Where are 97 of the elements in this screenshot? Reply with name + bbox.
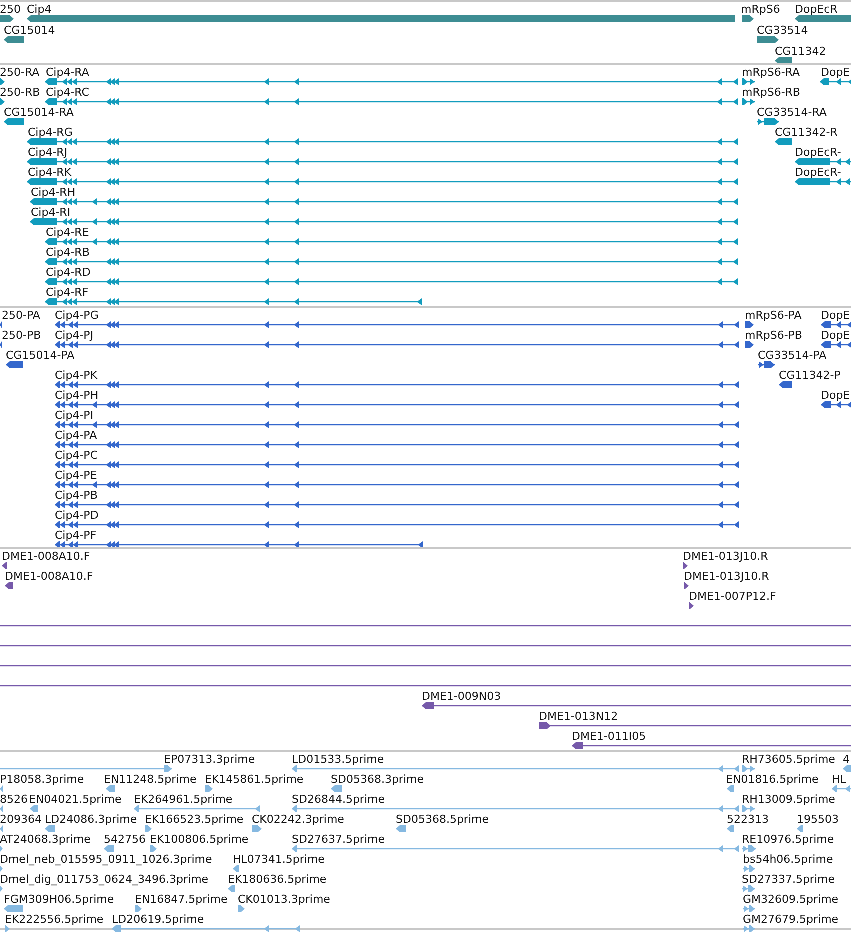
feature-label: mRpS6-PA <box>745 309 802 322</box>
feature-label: RH73605.5prime <box>742 753 836 766</box>
feature-label: P18058.3prime <box>0 773 84 786</box>
feature-label: Cip4 <box>27 3 52 16</box>
feature-label: DopE <box>821 389 850 402</box>
feature-label: EP07313.3prime <box>164 753 256 766</box>
feature-label: RH13009.5prime <box>742 793 836 806</box>
feature-label: 542756 <box>104 833 146 846</box>
feature-label: EK145861.5prime <box>205 773 304 786</box>
feature-label: Cip4-RJ <box>28 146 68 159</box>
feature-label: CG33514-RA <box>757 106 827 119</box>
feature-label: 4 <box>843 753 850 766</box>
feature-label: DME1-011I05 <box>572 730 646 743</box>
feature-label: Cip4-PJ <box>55 329 94 342</box>
feature-label: Cip4-PE <box>55 469 98 482</box>
feature-label: Cip4-PI <box>55 409 94 422</box>
feature-label: Cip4-RB <box>46 246 90 259</box>
feature-label: Cip4-RC <box>46 86 90 99</box>
feature-label: HL <box>832 773 846 786</box>
feature-label: 209364 <box>0 813 42 826</box>
feature-label: mRpS6 <box>741 3 780 16</box>
feature-label: Cip4-RE <box>46 226 90 239</box>
feature-label: DME1-013N12 <box>539 710 618 723</box>
feature-label: DME1-013J10.R <box>683 550 768 563</box>
feature-label: RE10976.5prime <box>742 833 834 846</box>
feature-label: LD20619.5prime <box>112 913 204 926</box>
feature-label: Cip4-PH <box>55 389 99 402</box>
feature-label: CK02242.3prime <box>252 813 344 826</box>
feature-label: EN04021.5prime <box>29 793 122 806</box>
feature-label: DopEcR- <box>795 166 842 179</box>
feature-label: Dmel_neb_015595_0911_1026.3prime <box>0 853 212 866</box>
feature-label: Cip4-RG <box>28 126 73 139</box>
feature-label: LD01533.5prime <box>292 753 384 766</box>
feature-label: EK264961.5prime <box>134 793 233 806</box>
feature-label: Cip4-RF <box>46 286 89 299</box>
feature-label: SD27637.5prime <box>292 833 385 846</box>
feature-label: Cip4-RD <box>46 266 91 279</box>
feature-label: DME1-013J10.R <box>684 570 770 583</box>
feature-label: Cip4-RA <box>46 66 90 79</box>
feature-label: CG15014-RA <box>4 106 74 119</box>
feature-label: GM27679.5prime <box>743 913 839 926</box>
feature-label: DopEcR- <box>795 146 842 159</box>
feature-label: AT24068.3prime <box>0 833 91 846</box>
feature-label: DopEcR <box>795 3 838 16</box>
feature-label: EK166523.5prime <box>145 813 244 826</box>
feature-label: bs54h06.5prime <box>743 853 834 866</box>
feature-label: mRpS6-PB <box>745 329 802 342</box>
feature-label: 250-RA <box>0 66 40 79</box>
feature-label: 250-RB <box>0 86 40 99</box>
feature-label: SD05368.3prime <box>331 773 424 786</box>
feature-label: Cip4-PC <box>55 449 98 462</box>
feature-label: EK180636.5prime <box>228 873 327 886</box>
feature-label: 8526 <box>0 793 28 806</box>
feature-label: CG15014-PA <box>6 349 75 362</box>
feature-label: DME1-007P12.F <box>689 590 776 603</box>
feature-label: HL07341.5prime <box>233 853 325 866</box>
feature-label: CK01013.3prime <box>238 893 330 906</box>
feature-label: 522313 <box>727 813 769 826</box>
feature-label: 250-PA <box>2 309 40 322</box>
feature-label: DopE <box>821 309 850 322</box>
feature-label: mRpS6-RB <box>742 86 800 99</box>
feature-label: CG11342-R <box>775 126 838 139</box>
feature-label: mRpS6-RA <box>742 66 800 79</box>
feature-label: SD27337.5prime <box>742 873 835 886</box>
feature-label: Cip4-PA <box>55 429 98 442</box>
feature-label: EN11248.5prime <box>104 773 197 786</box>
feature-label: Cip4-RH <box>31 186 76 199</box>
feature-label: GM32609.5prime <box>743 893 839 906</box>
feature-label: EN16847.5prime <box>135 893 228 906</box>
feature-label: 195503 <box>797 813 839 826</box>
feature-label: EN01816.5prime <box>726 773 819 786</box>
feature-label: DME1-008A10.F <box>5 570 94 583</box>
feature-label: CG15014 <box>4 24 56 37</box>
feature-label: DME1-009N03 <box>422 690 502 703</box>
feature-label: Cip4-PF <box>55 529 97 542</box>
feature-label: Cip4-PG <box>55 309 99 322</box>
feature-label: Cip4-PB <box>55 489 98 502</box>
feature-label: FGM309H06.5prime <box>4 893 114 906</box>
feature-label: Cip4-PK <box>55 369 98 382</box>
feature-label: CG33514 <box>757 24 808 37</box>
feature-label: 250-PB <box>2 329 42 342</box>
feature-label: DME1-008A10.F <box>2 550 90 563</box>
feature-label: CG11342-P <box>779 369 841 382</box>
feature-label: DopE <box>821 66 850 79</box>
feature-label: LD24086.3prime <box>45 813 138 826</box>
feature-label: SD26844.5prime <box>292 793 385 806</box>
feature-label: CG33514-PA <box>758 349 827 362</box>
feature-label: CG11342 <box>775 45 826 58</box>
feature-label: Cip4-RK <box>28 166 72 179</box>
feature-label: Cip4-PD <box>55 509 99 522</box>
feature-label: 250 <box>0 3 21 16</box>
feature-label: Cip4-RI <box>31 206 71 219</box>
feature-label: SD05368.5prime <box>396 813 489 826</box>
feature-label: EK222556.5prime <box>5 913 104 926</box>
feature-label: DopE <box>821 329 850 342</box>
feature-label: Dmel_dig_011753_0624_3496.3prime <box>0 873 209 886</box>
feature-label: EK100806.5prime <box>150 833 249 846</box>
